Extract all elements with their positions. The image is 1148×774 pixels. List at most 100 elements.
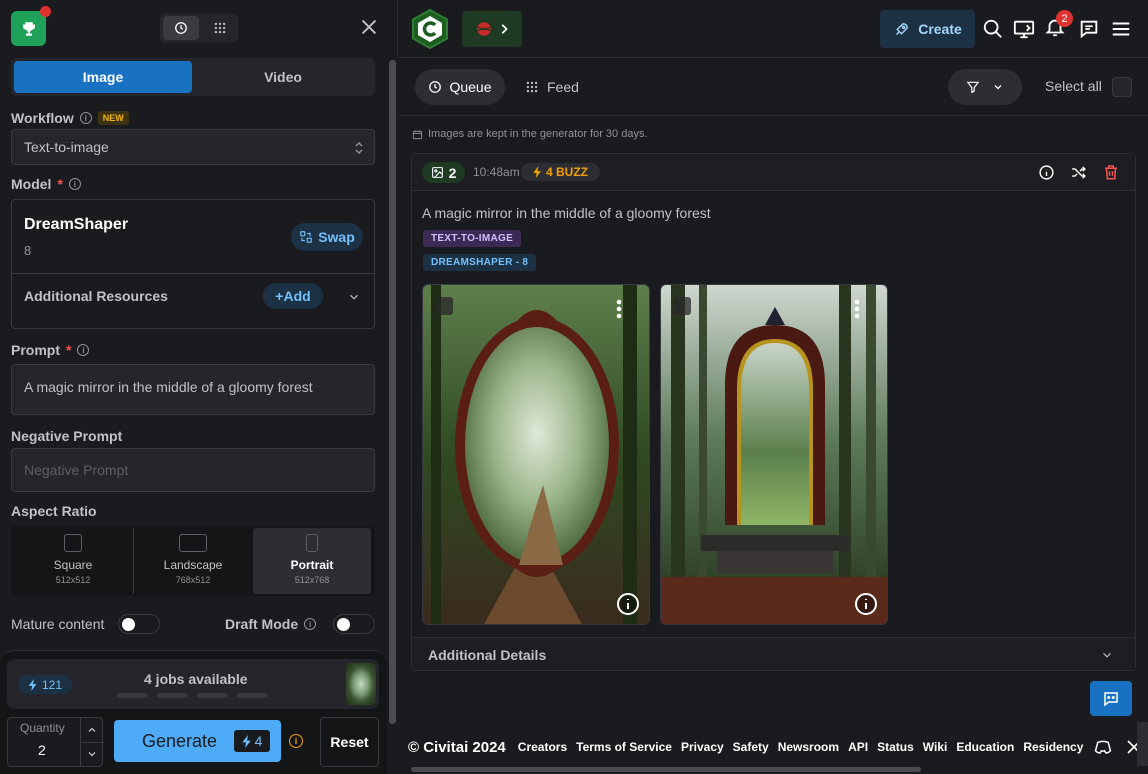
tab-video[interactable]: Video [194, 61, 372, 93]
footer-link-education[interactable]: Education [956, 740, 1014, 754]
filter-button[interactable] [948, 69, 1022, 105]
aspect-title: Portrait [290, 558, 334, 572]
generated-image-2[interactable] [660, 284, 888, 625]
search-icon[interactable] [982, 18, 1004, 40]
support-chat-button[interactable] [1090, 681, 1132, 716]
footer-link-terms[interactable]: Terms of Service [576, 740, 672, 754]
square-shape-icon [64, 534, 82, 552]
queue-tab[interactable]: Queue [415, 69, 505, 105]
job-slot [117, 693, 148, 698]
info-icon[interactable]: i [79, 112, 92, 124]
kebab-menu-icon[interactable] [854, 299, 860, 319]
info-icon[interactable]: i [304, 618, 317, 630]
info-icon[interactable]: i [77, 344, 90, 356]
prompt-input[interactable]: A magic mirror in the middle of a gloomy… [11, 364, 375, 415]
feed-view-button[interactable] [202, 13, 238, 43]
mature-content-toggle[interactable] [118, 614, 160, 634]
draft-mode-toggle[interactable] [333, 614, 375, 634]
filter-icon [966, 81, 980, 94]
right-scrollbar[interactable] [1137, 722, 1148, 766]
chevron-down-icon[interactable] [86, 748, 98, 760]
footer-link-residency[interactable]: Residency [1023, 740, 1083, 754]
aspect-square[interactable]: Square 512x512 [14, 528, 132, 594]
workflow-select[interactable]: Text-to-image [11, 129, 375, 165]
trash-icon[interactable] [1102, 163, 1120, 181]
view-switcher [160, 13, 238, 43]
image-info-icon[interactable] [616, 592, 640, 616]
chat-icon[interactable] [1078, 18, 1100, 40]
image-info-icon[interactable] [854, 592, 878, 616]
generate-label: Generate [142, 731, 218, 751]
aspect-portrait[interactable]: Portrait 512x768 [253, 528, 371, 594]
aspect-landscape[interactable]: Landscape 768x512 [134, 528, 252, 594]
reset-button[interactable]: Reset [320, 717, 379, 767]
buzz-balance-value: 121 [41, 677, 63, 692]
chevron-up-icon[interactable] [86, 724, 98, 736]
tab-image[interactable]: Image [14, 61, 192, 93]
chat-bot-icon [1104, 691, 1118, 707]
mature-content-label: Mature content [11, 616, 105, 632]
scrollbar-thumb[interactable] [389, 60, 396, 724]
generated-image-1[interactable] [422, 284, 650, 625]
quantity-stepper[interactable]: Quantity 2 [7, 717, 104, 767]
warning-info-icon[interactable]: i [289, 734, 303, 748]
generate-button[interactable]: Generate 4 [114, 720, 281, 762]
queue-view-button[interactable] [163, 16, 199, 40]
chevron-down-icon[interactable] [347, 290, 361, 304]
latest-image-thumbnail[interactable] [346, 663, 376, 705]
footer-link-api[interactable]: API [848, 740, 868, 754]
negative-prompt-input[interactable]: Negative Prompt [11, 448, 375, 492]
footer-link-creators[interactable]: Creators [518, 740, 567, 754]
swap-button[interactable]: Swap [291, 223, 363, 251]
kebab-menu-icon[interactable] [616, 299, 622, 319]
select-all-checkbox[interactable] [1112, 77, 1132, 97]
workflow-label: Workflow i NEW [11, 110, 129, 126]
mirror-oval-image [423, 285, 649, 624]
footer-link-newsroom[interactable]: Newsroom [778, 740, 839, 754]
footer-link-privacy[interactable]: Privacy [681, 740, 724, 754]
create-button[interactable]: Create [880, 10, 975, 48]
info-icon[interactable] [1038, 164, 1055, 181]
discord-icon[interactable] [1094, 740, 1112, 754]
model-tag[interactable]: DREAMSHAPER - 8 [423, 254, 537, 271]
grid-dots-icon [526, 81, 538, 93]
portrait-shape-icon [306, 534, 318, 552]
horizontal-scrollbar[interactable] [399, 765, 1148, 774]
swap-icon [300, 231, 313, 243]
footer-link-safety[interactable]: Safety [733, 740, 769, 754]
close-button[interactable] [358, 16, 380, 38]
footer-link-status[interactable]: Status [877, 740, 914, 754]
add-resource-button[interactable]: +Add [263, 283, 323, 309]
job-slot [157, 693, 188, 698]
create-label: Create [918, 21, 962, 37]
lightning-icon [241, 734, 251, 748]
calendar-icon [412, 129, 423, 139]
stepper-controls [80, 718, 104, 766]
trophy-button[interactable] [11, 6, 51, 46]
jobs-progress [117, 693, 268, 698]
job-time: 10:48am [473, 165, 520, 179]
additional-details-accordion[interactable]: Additional Details [412, 637, 1135, 670]
menu-icon[interactable] [1110, 18, 1132, 40]
required-mark: * [66, 342, 72, 358]
scrollbar-thumb[interactable] [411, 767, 921, 772]
retention-notice: Images are kept in the generator for 30 … [412, 128, 648, 140]
event-button[interactable] [462, 11, 522, 47]
footer-link-wiki[interactable]: Wiki [923, 740, 948, 754]
grid-dots-icon [214, 22, 226, 34]
info-icon[interactable]: i [68, 178, 81, 190]
required-mark: * [57, 176, 63, 192]
prompt-text: A magic mirror in the middle of a gloomy… [24, 379, 313, 395]
monitor-icon[interactable] [1013, 18, 1035, 40]
shuffle-icon[interactable] [1070, 164, 1087, 181]
feed-tab[interactable]: Feed [525, 69, 595, 105]
left-scrollbar[interactable] [387, 56, 398, 774]
notifications-button[interactable]: 2 [1044, 10, 1073, 40]
quantity-label: Quantity [20, 721, 65, 735]
civitai-logo[interactable] [411, 8, 449, 50]
image-select-checkbox[interactable] [673, 297, 691, 315]
photo-icon [431, 167, 443, 178]
image-select-checkbox[interactable] [435, 297, 453, 315]
globe-icon [477, 22, 491, 36]
prompt-label: Prompt * i [11, 342, 90, 358]
